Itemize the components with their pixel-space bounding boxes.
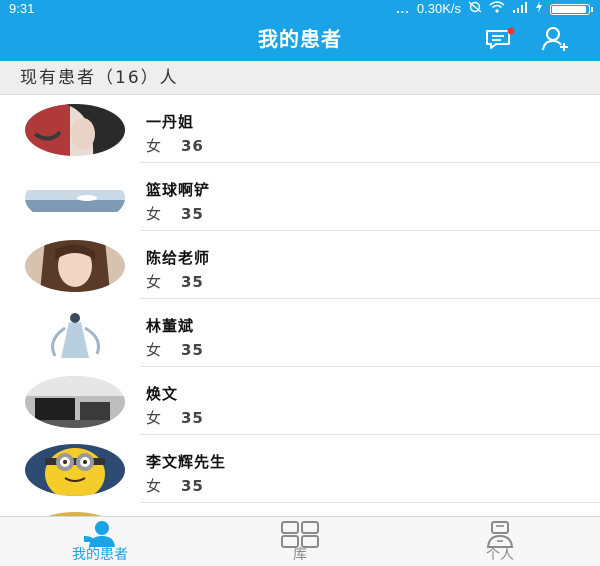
patient-gender: 女: [146, 273, 162, 291]
tab-label: 个人: [486, 547, 514, 563]
battery-icon: [550, 3, 593, 15]
avatar: [25, 308, 125, 360]
signal-dots: ...: [396, 1, 410, 16]
patient-row[interactable]: 一丹姐 女 36: [0, 96, 600, 163]
patient-row[interactable]: 林董斌 女 35: [0, 300, 600, 367]
status-indicators: ... 0.30K/s: [396, 0, 593, 18]
row-divider: [140, 434, 600, 435]
patient-gender: 女: [146, 205, 162, 223]
patient-gender: 女: [146, 477, 162, 495]
charging-icon: [535, 0, 543, 18]
row-divider: [140, 366, 600, 367]
patient-info: 女 35: [146, 476, 204, 496]
patient-age: 35: [181, 409, 204, 427]
patient-row[interactable]: 李文辉先生 女 35: [0, 436, 600, 503]
patient-row[interactable]: 篮球啊铲 女 35: [0, 164, 600, 231]
bottom-navigation: 我的患者 库 个人: [0, 516, 600, 566]
patient-name: 林董斌: [146, 317, 195, 335]
patient-count-text: 现有患者（16）人: [20, 68, 179, 88]
alarm-icon: [468, 0, 482, 18]
avatar: [25, 444, 125, 496]
patient-info: 女 35: [146, 340, 204, 360]
status-bar: 9:31 ... 0.30K/s: [0, 0, 600, 18]
patient-age: 35: [181, 273, 204, 291]
network-speed: 0.30K/s: [416, 1, 461, 16]
avatar: [25, 172, 125, 224]
patient-name: 陈给老师: [146, 249, 211, 267]
patient-row-partial[interactable]: [0, 504, 600, 516]
patient-age: 35: [181, 205, 204, 223]
patient-row[interactable]: 焕文 女 35: [0, 368, 600, 435]
patient-count-bar: 现有患者（16）人: [0, 61, 600, 95]
patient-age: 36: [181, 137, 204, 155]
tab-profile[interactable]: 个人: [400, 517, 600, 566]
patient-list: 一丹姐 女 36 篮球啊铲 女 35 陈给老师 女 35 林董斌 女 35 焕文…: [0, 96, 600, 516]
app-header: 9:31 ... 0.30K/s 我的患者: [0, 0, 600, 61]
row-divider: [140, 162, 600, 163]
patient-info: 女 36: [146, 136, 204, 156]
chat-notification-icon[interactable]: [484, 27, 516, 51]
patient-name: 篮球啊铲: [146, 181, 211, 199]
tab-library[interactable]: 库: [200, 517, 400, 566]
patient-gender: 女: [146, 409, 162, 427]
add-user-icon[interactable]: [540, 26, 572, 52]
tab-label: 库: [293, 547, 307, 563]
patient-gender: 女: [146, 341, 162, 359]
cell-signal-icon: [512, 0, 528, 18]
tab-my-patients[interactable]: 我的患者: [0, 517, 200, 566]
patient-info: 女 35: [146, 408, 204, 428]
row-divider: [140, 502, 600, 503]
status-time: 9:31: [9, 1, 35, 16]
avatar: [25, 376, 125, 428]
patient-info: 女 35: [146, 272, 204, 292]
patient-name: 一丹姐: [146, 113, 195, 131]
patient-age: 35: [181, 477, 204, 495]
avatar: [25, 240, 125, 292]
row-divider: [140, 230, 600, 231]
library-grid-icon: [281, 521, 319, 548]
tab-label: 我的患者: [72, 547, 128, 563]
patient-row[interactable]: 陈给老师 女 35: [0, 232, 600, 299]
patient-name: 焕文: [146, 385, 179, 403]
patients-icon: [84, 521, 115, 547]
wifi-icon: [489, 0, 505, 18]
patient-gender: 女: [146, 137, 162, 155]
patient-age: 35: [181, 341, 204, 359]
row-divider: [140, 298, 600, 299]
avatar: [25, 104, 125, 156]
patient-info: 女 35: [146, 204, 204, 224]
patient-name: 李文辉先生: [146, 453, 227, 471]
profile-icon: [486, 521, 514, 548]
